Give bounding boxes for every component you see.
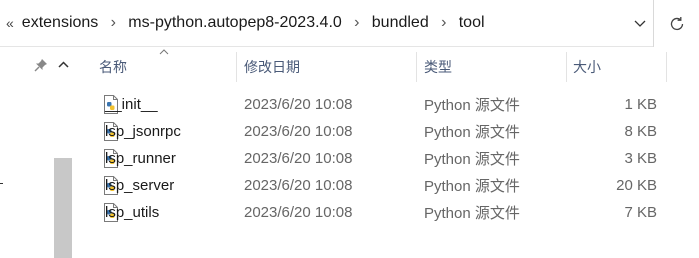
refresh-icon <box>670 16 683 30</box>
breadcrumb: « extensions › ms-python.autopep8-2023.4… <box>0 0 489 46</box>
file-modified-date: 2023/6/20 10:08 <box>244 177 353 194</box>
file-size: 7 KB <box>624 204 657 221</box>
file-size: 1 KB <box>624 96 657 113</box>
file-row[interactable]: lsp_runner 2023/6/20 10:08 Python 源文件 3 … <box>73 145 699 172</box>
column-header: 名称 修改日期 类型 大小 <box>73 48 699 86</box>
column-divider[interactable] <box>666 52 667 82</box>
column-header-size[interactable]: 大小 <box>567 48 667 86</box>
address-history-dropdown[interactable] <box>628 0 652 47</box>
file-modified-date: 2023/6/20 10:08 <box>244 204 353 221</box>
file-type: Python 源文件 <box>424 178 520 195</box>
file-name: lsp_server <box>105 177 175 194</box>
navigation-scrollbar-thumb[interactable] <box>54 158 72 258</box>
breadcrumb-bundled[interactable]: bundled <box>368 14 433 32</box>
file-size: 20 KB <box>616 177 657 194</box>
file-size: 3 KB <box>624 150 657 167</box>
pin-icon[interactable] <box>34 58 48 72</box>
file-type: Python 源文件 <box>424 151 520 168</box>
column-header-type[interactable]: 类型 <box>417 48 567 86</box>
chevron-down-icon <box>634 20 646 27</box>
file-list: __init__ 2023/6/20 10:08 Python 源文件 1 KB… <box>73 91 699 226</box>
file-name: __init__ <box>105 96 158 113</box>
column-header-date-label: 修改日期 <box>244 59 300 75</box>
file-type: Python 源文件 <box>424 205 520 222</box>
file-size: 8 KB <box>624 123 657 140</box>
file-name: lsp_utils <box>105 204 160 221</box>
breadcrumb-separator[interactable]: › <box>346 14 368 32</box>
file-modified-date: 2023/6/20 10:08 <box>244 150 353 167</box>
column-header-name-label: 名称 <box>99 59 127 75</box>
file-type: Python 源文件 <box>424 97 520 114</box>
column-header-name[interactable]: 名称 <box>73 48 237 86</box>
file-row[interactable]: lsp_server 2023/6/20 10:08 Python 源文件 20… <box>73 172 699 199</box>
scroll-up-button[interactable] <box>54 54 72 74</box>
file-name: lsp_jsonrpc <box>105 123 181 140</box>
file-type: Python 源文件 <box>424 124 520 141</box>
breadcrumb-extensions[interactable]: extensions <box>18 14 103 32</box>
chevron-up-icon <box>57 60 69 68</box>
refresh-button[interactable] <box>654 0 699 47</box>
file-modified-date: 2023/6/20 10:08 <box>244 123 353 140</box>
file-row[interactable]: __init__ 2023/6/20 10:08 Python 源文件 1 KB <box>73 91 699 118</box>
column-header-type-label: 类型 <box>424 59 452 75</box>
column-header-date[interactable]: 修改日期 <box>237 48 417 86</box>
file-explorer-window: « extensions › ms-python.autopep8-2023.4… <box>0 0 699 258</box>
breadcrumb-ms-python-autopep8[interactable]: ms-python.autopep8-2023.4.0 <box>124 14 345 32</box>
column-header-size-label: 大小 <box>573 59 601 75</box>
file-modified-date: 2023/6/20 10:08 <box>244 96 353 113</box>
breadcrumb-overflow-button[interactable]: « <box>4 15 18 31</box>
breadcrumb-separator[interactable]: › <box>433 14 455 32</box>
breadcrumb-tool[interactable]: tool <box>455 14 489 32</box>
file-row[interactable]: lsp_jsonrpc 2023/6/20 10:08 Python 源文件 8… <box>73 118 699 145</box>
address-bar[interactable]: « extensions › ms-python.autopep8-2023.4… <box>0 0 653 47</box>
file-name: lsp_runner <box>105 150 176 167</box>
file-row[interactable]: lsp_utils 2023/6/20 10:08 Python 源文件 7 K… <box>73 199 699 226</box>
breadcrumb-separator[interactable]: › <box>102 14 124 32</box>
tree-connector <box>0 183 3 184</box>
navigation-pane <box>0 48 73 258</box>
